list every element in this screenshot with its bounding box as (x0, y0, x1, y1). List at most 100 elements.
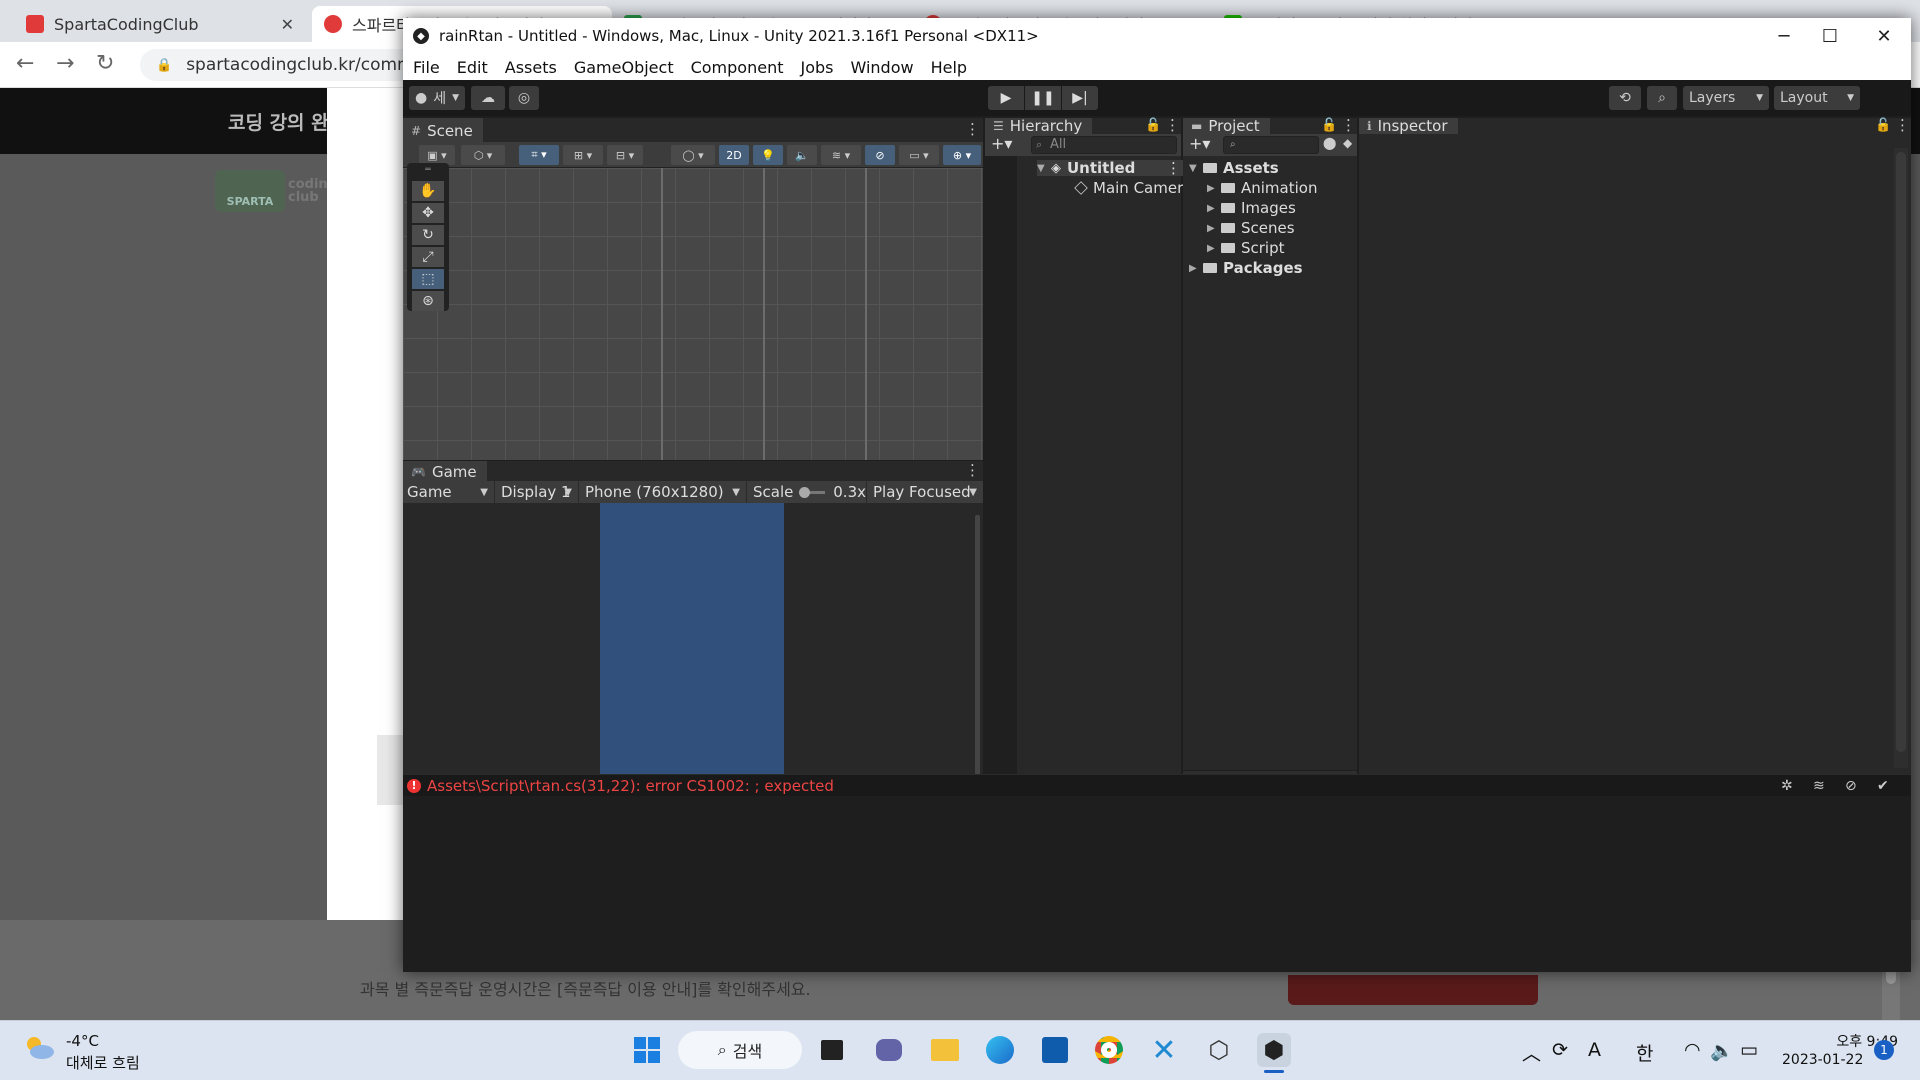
browser-tab[interactable]: SpartaCodingClub ✕ (14, 6, 306, 42)
cloud-sun-icon[interactable] (22, 1034, 56, 1060)
sync-icon[interactable]: ⟳ (1552, 1039, 1568, 1061)
audio-toggle[interactable]: 🔈 (787, 145, 817, 165)
grid-snap-dropdown[interactable]: ⌗ ▾ (519, 145, 559, 165)
menu-edit[interactable]: Edit (457, 58, 488, 77)
tab-scene[interactable]: # Scene (403, 118, 483, 142)
reload-icon[interactable]: ↻ (96, 51, 114, 76)
scale-tool-icon[interactable]: ⤢ (412, 247, 444, 267)
lighting-toggle[interactable]: 💡 (753, 145, 783, 165)
expand-arrow-icon[interactable]: ▶ (1207, 183, 1215, 194)
file-explorer-icon[interactable] (928, 1033, 962, 1067)
add-icon[interactable]: +▾ (991, 134, 1012, 153)
game-scrollbar[interactable] (975, 515, 980, 781)
windows-start-icon[interactable] (630, 1033, 664, 1067)
inspector-scrollbar[interactable] (1894, 148, 1908, 768)
filter-type-icon[interactable]: ⬤ (1323, 136, 1336, 150)
back-arrow-icon[interactable]: ← (16, 51, 34, 76)
menu-gameobject[interactable]: GameObject (574, 58, 674, 77)
shading-dropdown[interactable]: ◯ ▾ (671, 145, 715, 165)
tab-project[interactable]: ▬ Project (1183, 117, 1270, 135)
tab-hierarchy[interactable]: ☰ Hierarchy (985, 117, 1093, 135)
teams-chat-icon[interactable] (872, 1033, 906, 1067)
checkmark-icon[interactable]: ✔ (1877, 778, 1889, 794)
search-button[interactable]: ⌕ (1647, 86, 1677, 110)
expand-arrow-icon[interactable]: ▶ (1189, 263, 1197, 274)
unity-editor-icon[interactable]: ⬢ (1257, 1033, 1291, 1067)
expand-arrow-icon[interactable]: ▶ (1207, 203, 1215, 214)
filter-label-icon[interactable]: ◆ (1343, 136, 1352, 150)
account-dropdown[interactable]: ● 세 ▼ (409, 86, 465, 110)
move-tool-icon[interactable]: ✥ (412, 203, 444, 223)
expand-arrow-icon[interactable]: ▶ (1207, 223, 1215, 234)
menu-file[interactable]: File (413, 58, 440, 77)
rect-tool-icon[interactable]: ⬚ (412, 269, 444, 289)
project-folder-assets[interactable]: ▼ Assets (1189, 159, 1279, 177)
project-folder[interactable]: ▶ Animation (1207, 179, 1317, 197)
console-error-message[interactable]: Assets\Script\rtan.cs(31,22): error CS10… (427, 777, 834, 795)
scrollbar-thumb[interactable] (1896, 152, 1906, 752)
weather-description[interactable]: 대체로 흐림 (66, 1052, 140, 1073)
edge-browser-icon[interactable] (983, 1033, 1017, 1067)
visibility-toggle[interactable]: ⊘ (865, 145, 895, 165)
grid-visibility-dropdown[interactable]: ⊞ ▾ (563, 145, 603, 165)
tab-inspector[interactable]: ℹ Inspector (1359, 117, 1458, 135)
hierarchy-scene-row[interactable]: ▼ ◈ Untitled ⋮ (1037, 159, 1185, 177)
draw-mode-dropdown[interactable]: ▣ ▾ (419, 145, 455, 165)
vscode-icon[interactable]: ✕ (1147, 1033, 1181, 1068)
kebab-menu-icon[interactable]: ⋮ (965, 461, 980, 479)
undo-history-button[interactable]: ⟲ (1609, 86, 1641, 110)
project-folder-packages[interactable]: ▶ Packages (1189, 259, 1303, 277)
task-view-icon[interactable] (815, 1033, 849, 1067)
microsoft-store-icon[interactable] (1038, 1033, 1072, 1067)
collab-button[interactable]: ◎ (509, 86, 539, 110)
auto-generate-lighting-icon[interactable]: ⊘ (1845, 778, 1857, 794)
cloud-button[interactable]: ☁ (471, 86, 505, 110)
clock-date[interactable]: 2023-01-22 (1782, 1052, 1863, 1068)
project-folder[interactable]: ▶ Scenes (1207, 219, 1295, 237)
game-screen[interactable] (600, 503, 784, 790)
add-icon[interactable]: +▾ (1189, 134, 1210, 153)
camera-dropdown[interactable]: ▭ ▾ (899, 145, 939, 165)
debug-bug-icon[interactable]: ✲ (1781, 778, 1793, 794)
effects-dropdown[interactable]: ≋ ▾ (821, 145, 861, 165)
tab-game[interactable]: 🎮 Game (403, 461, 487, 481)
project-folder[interactable]: ▶ Script (1207, 239, 1285, 257)
toggle-2d-button[interactable]: 2D (719, 145, 749, 165)
console-status-bar[interactable]: ! Assets\Script\rtan.cs(31,22): error CS… (403, 774, 1911, 796)
project-search-input[interactable]: ⌕ (1223, 136, 1319, 154)
layout-dropdown[interactable]: Layout ▼ (1774, 86, 1860, 110)
taskbar-search[interactable]: ⌕ 검색 (678, 1031, 802, 1069)
cache-server-icon[interactable]: ≋ (1813, 778, 1825, 794)
menu-jobs[interactable]: Jobs (800, 58, 833, 77)
slider-thumb[interactable] (799, 486, 811, 498)
lock-icon[interactable]: 🔓 (1875, 118, 1891, 133)
scene-viewport[interactable] (403, 168, 983, 460)
notification-badge[interactable]: 1 (1874, 1040, 1894, 1060)
menu-component[interactable]: Component (691, 58, 784, 77)
ime-korean-indicator[interactable]: 한 (1636, 1039, 1653, 1066)
palette-grip-icon[interactable]: ═ (412, 165, 444, 175)
weather-temperature[interactable]: -4°C (66, 1032, 99, 1050)
unity-hub-icon[interactable]: ⬡ (1202, 1033, 1236, 1067)
project-folder[interactable]: ▶ Images (1207, 199, 1296, 217)
game-view-dropdown[interactable]: Game ▼ (403, 481, 495, 503)
resolution-dropdown[interactable]: Phone (760x1280) ▼ (581, 481, 747, 503)
transform-tool-icon[interactable]: ⊛ (412, 291, 444, 311)
kebab-menu-icon[interactable]: ⋮ (1341, 116, 1356, 134)
lock-icon[interactable]: 🔓 (1321, 118, 1337, 133)
forward-arrow-icon[interactable]: → (56, 51, 74, 76)
kebab-menu-icon[interactable]: ⋮ (965, 120, 980, 138)
maximize-icon[interactable]: ☐ (1807, 22, 1853, 50)
menu-assets[interactable]: Assets (505, 58, 557, 77)
chrome-browser-icon[interactable] (1092, 1033, 1126, 1067)
expand-arrow-icon[interactable]: ▶ (1207, 243, 1215, 254)
expand-arrow-icon[interactable]: ▼ (1189, 163, 1197, 174)
increment-snap-dropdown[interactable]: ⊟ ▾ (607, 145, 643, 165)
pause-button[interactable]: ❚❚ (1025, 86, 1061, 110)
footer-submit-button[interactable] (1288, 975, 1538, 1005)
gizmos-dropdown[interactable]: ⊕ ▾ (943, 145, 981, 165)
menu-help[interactable]: Help (931, 58, 967, 77)
layers-dropdown[interactable]: Layers ▼ (1683, 86, 1769, 110)
display-dropdown[interactable]: Display 1 ▼ (497, 481, 579, 503)
tray-overflow-chevron-icon[interactable]: ︿ (1522, 1039, 1541, 1066)
